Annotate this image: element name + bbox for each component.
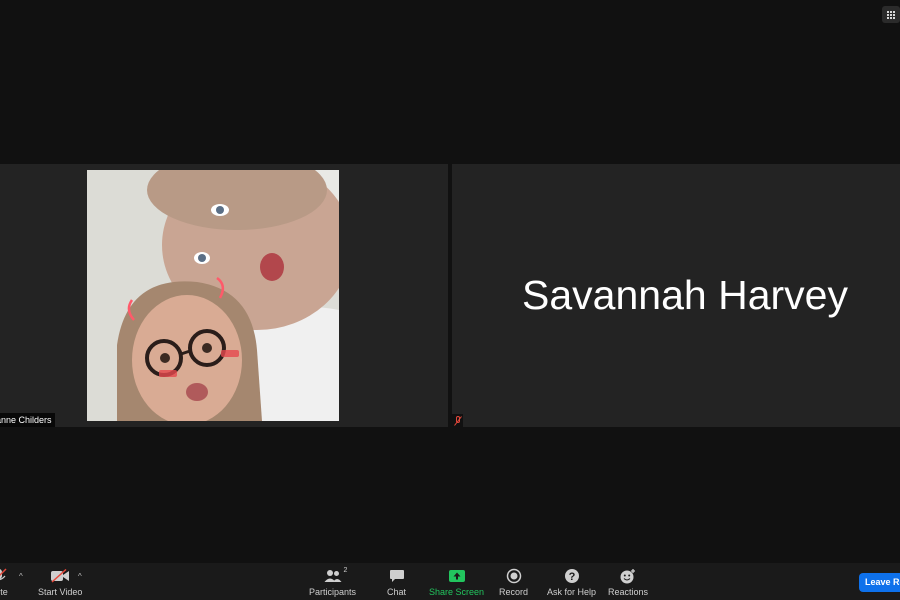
share-screen-icon bbox=[448, 567, 466, 585]
record-button[interactable]: Record bbox=[499, 567, 528, 597]
reactions-button[interactable]: Reactions bbox=[608, 567, 648, 597]
mute-button[interactable]: nute bbox=[0, 567, 8, 597]
participant-tile-2[interactable]: Savannah Harvey bbox=[452, 164, 900, 427]
audio-options-chevron-icon[interactable]: ^ bbox=[19, 572, 23, 581]
ask-for-help-button[interactable]: ? Ask for Help bbox=[547, 567, 596, 597]
muted-mic-icon bbox=[452, 414, 463, 427]
svg-text:?: ? bbox=[568, 571, 575, 583]
participants-count: 2 bbox=[343, 567, 348, 574]
record-icon bbox=[506, 567, 522, 585]
share-screen-button[interactable]: Share Screen bbox=[429, 567, 484, 597]
participant-video bbox=[87, 170, 339, 421]
grid-icon bbox=[887, 10, 895, 19]
participant-tile-1[interactable]: ianne Childers bbox=[0, 164, 448, 427]
meeting-toolbar: nute ^ Start Video ^ 2 Participants bbox=[0, 563, 900, 600]
microphone-icon bbox=[0, 567, 8, 585]
participant-display-name: Savannah Harvey bbox=[522, 272, 848, 318]
smiley-icon bbox=[619, 567, 637, 585]
participants-button[interactable]: 2 Participants bbox=[309, 567, 356, 597]
gallery-view-button[interactable] bbox=[882, 6, 900, 23]
participant-name-label: ianne Childers bbox=[0, 413, 55, 427]
participants-icon: 2 bbox=[324, 567, 347, 585]
video-camera-icon bbox=[50, 567, 70, 585]
chat-button[interactable]: Chat bbox=[387, 567, 406, 597]
start-video-button[interactable]: Start Video bbox=[38, 567, 82, 597]
leave-room-button[interactable]: Leave Ro bbox=[859, 573, 900, 592]
video-options-chevron-icon[interactable]: ^ bbox=[78, 572, 82, 581]
chat-icon bbox=[389, 567, 405, 585]
help-icon: ? bbox=[564, 567, 580, 585]
